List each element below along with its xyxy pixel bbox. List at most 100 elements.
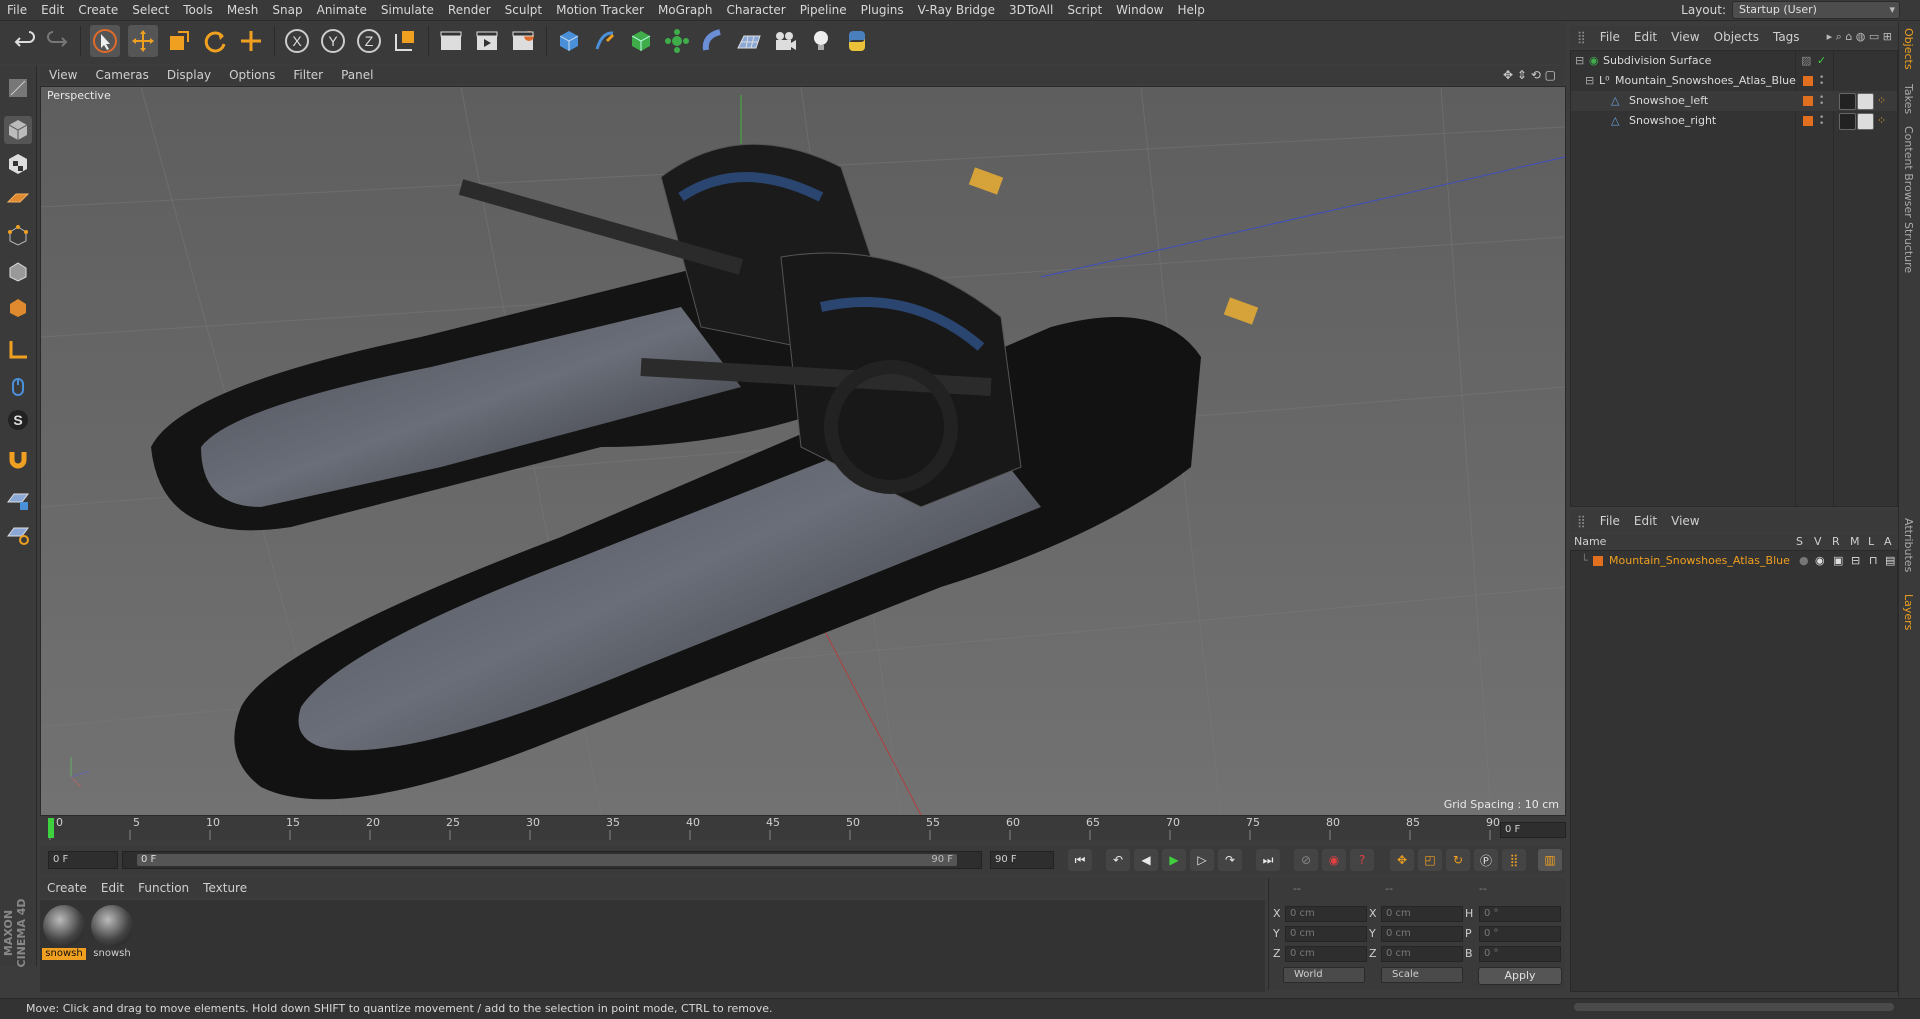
object-menu-file[interactable]: File	[1593, 30, 1627, 44]
editor-visibility-icon[interactable]: ▨	[1801, 51, 1811, 71]
object-menu-view[interactable]: View	[1664, 30, 1706, 44]
key-pla-button[interactable]: ⣿	[1502, 849, 1526, 871]
viewport-menu-panel[interactable]: Panel	[332, 68, 382, 82]
timeline-window-button[interactable]: ▥	[1538, 849, 1562, 871]
animation-icon[interactable]: ▤	[1885, 551, 1895, 571]
add-spline-button[interactable]	[590, 25, 620, 57]
y-axis-lock-button[interactable]: Y	[318, 25, 348, 57]
layer-col-solo[interactable]: S	[1796, 535, 1803, 548]
locked-workplane-button[interactable]	[4, 486, 32, 514]
play-button[interactable]: ▶	[1162, 849, 1186, 871]
object-row[interactable]: △ Snowshoe_left • • ⁘	[1571, 91, 1897, 111]
key-rotation-button[interactable]: ↻	[1446, 849, 1470, 871]
go-to-end-button[interactable]: ⏭	[1256, 849, 1280, 871]
solo-dot-icon[interactable]: ●	[1799, 551, 1809, 571]
visibility-dots-icon[interactable]: • •	[1819, 114, 1824, 129]
layer-color-swatch[interactable]	[1803, 96, 1813, 106]
menu-plugins[interactable]: Plugins	[854, 3, 911, 17]
menu-3dtoall[interactable]: 3DToAll	[1002, 3, 1060, 17]
go-to-start-button[interactable]: ⏮	[1068, 849, 1092, 871]
manager-icon[interactable]: ⊟	[1851, 551, 1860, 571]
collapse-icon[interactable]: ⊟	[1585, 71, 1594, 91]
viewport-menu-options[interactable]: Options	[220, 68, 284, 82]
make-editable-button[interactable]	[4, 74, 32, 102]
visibility-dots-icon[interactable]: • •	[1819, 94, 1824, 109]
object-menu-tags[interactable]: Tags	[1766, 30, 1807, 44]
current-frame-field[interactable]: 0 F	[1500, 822, 1566, 838]
menu-vray-bridge[interactable]: V-Ray Bridge	[911, 3, 1002, 17]
position-z-field[interactable]: 0 cm	[1285, 946, 1367, 962]
viewport-menu-cameras[interactable]: Cameras	[86, 68, 157, 82]
z-axis-lock-button[interactable]: Z	[354, 25, 384, 57]
layer-menu-edit[interactable]: Edit	[1627, 514, 1664, 528]
texture-tag-icon[interactable]	[1857, 93, 1874, 110]
live-selection-button[interactable]	[90, 25, 120, 57]
visibility-dots-icon[interactable]: • •	[1819, 74, 1824, 89]
menu-edit[interactable]: Edit	[34, 3, 71, 17]
key-parameter-button[interactable]: Ⓟ	[1474, 849, 1498, 871]
axis-mode-button[interactable]	[4, 336, 32, 364]
object-row[interactable]: ⊟ L⁰ Mountain_Snowshoes_Atlas_Blue • •	[1571, 71, 1897, 91]
size-z-field[interactable]: 0 cm	[1381, 946, 1463, 962]
phong-tag-icon[interactable]	[1839, 113, 1856, 130]
coordinate-space-dropdown[interactable]: World	[1283, 967, 1365, 983]
position-x-field[interactable]: 0 cm	[1285, 906, 1367, 922]
add-array-button[interactable]	[662, 25, 692, 57]
add-light-button[interactable]	[806, 25, 836, 57]
layer-menu-view[interactable]: View	[1664, 514, 1706, 528]
menu-tools[interactable]: Tools	[176, 3, 220, 17]
menu-motion-tracker[interactable]: Motion Tracker	[549, 3, 651, 17]
layer-col-render[interactable]: R	[1832, 535, 1840, 548]
next-frame-button[interactable]: ▷	[1190, 849, 1214, 871]
menu-select[interactable]: Select	[125, 3, 176, 17]
menu-create[interactable]: Create	[71, 3, 125, 17]
redo-button[interactable]	[42, 25, 72, 57]
render-clapper-icon[interactable]: ▣	[1833, 551, 1843, 571]
3d-viewport[interactable]: Perspective Grid Spacing : 10 cm	[40, 86, 1566, 816]
tab-takes[interactable]: Takes	[1902, 84, 1915, 114]
view-eye-icon[interactable]: ◉	[1815, 551, 1825, 571]
menu-animate[interactable]: Animate	[310, 3, 374, 17]
menu-help[interactable]: Help	[1170, 3, 1211, 17]
collapse-icon[interactable]: ⊟	[1575, 51, 1584, 71]
rotation-b-field[interactable]: 0 °	[1479, 946, 1561, 962]
menu-snap[interactable]: Snap	[265, 3, 309, 17]
rotation-h-field[interactable]: 0 °	[1479, 906, 1561, 922]
end-frame-field[interactable]: 90 F	[990, 851, 1054, 869]
coordinate-system-button[interactable]	[390, 25, 420, 57]
rotate-tool-button[interactable]	[200, 25, 230, 57]
tab-objects[interactable]: Objects	[1902, 28, 1915, 70]
layer-col-locked[interactable]: L	[1868, 535, 1874, 548]
python-script-button[interactable]	[842, 25, 872, 57]
points-mode-button[interactable]	[4, 222, 32, 250]
viewport-menu-display[interactable]: Display	[158, 68, 220, 82]
x-axis-lock-button[interactable]: X	[282, 25, 312, 57]
menu-pipeline[interactable]: Pipeline	[793, 3, 854, 17]
add-generator-button[interactable]	[626, 25, 656, 57]
viewport-menu-view[interactable]: View	[40, 68, 86, 82]
polygons-mode-button[interactable]	[4, 294, 32, 322]
autokey-button[interactable]: ◉	[1322, 849, 1346, 871]
object-row[interactable]: △ Snowshoe_right • • ⁘	[1571, 111, 1897, 131]
next-key-button[interactable]: ↷	[1218, 849, 1242, 871]
layer-color-swatch[interactable]	[1803, 76, 1813, 86]
render-settings-button[interactable]	[508, 25, 538, 57]
size-x-field[interactable]: 0 cm	[1381, 906, 1463, 922]
add-cube-button[interactable]	[554, 25, 584, 57]
tab-layers[interactable]: Layers	[1902, 594, 1915, 630]
enabled-check-icon[interactable]: ✓	[1817, 51, 1826, 71]
layout-select[interactable]: Startup (User)	[1732, 1, 1900, 19]
layer-color-swatch[interactable]	[1803, 116, 1813, 126]
material-menu-create[interactable]: Create	[40, 881, 94, 895]
viewport-nav-icons[interactable]: ✥ ⇕ ⟲ ▢	[1503, 68, 1556, 82]
object-row[interactable]: ⊟ ◉ Subdivision Surface ▨ ✓	[1571, 51, 1897, 71]
undo-button[interactable]	[10, 25, 40, 57]
model-mode-button[interactable]	[4, 116, 32, 144]
layer-color-swatch[interactable]	[1593, 556, 1603, 566]
render-view-button[interactable]	[436, 25, 466, 57]
move-tool-button[interactable]	[128, 25, 158, 57]
size-y-field[interactable]: 0 cm	[1381, 926, 1463, 942]
menu-render[interactable]: Render	[441, 3, 498, 17]
size-mode-dropdown[interactable]: Scale	[1381, 967, 1463, 983]
previous-frame-button[interactable]: ◀	[1134, 849, 1158, 871]
